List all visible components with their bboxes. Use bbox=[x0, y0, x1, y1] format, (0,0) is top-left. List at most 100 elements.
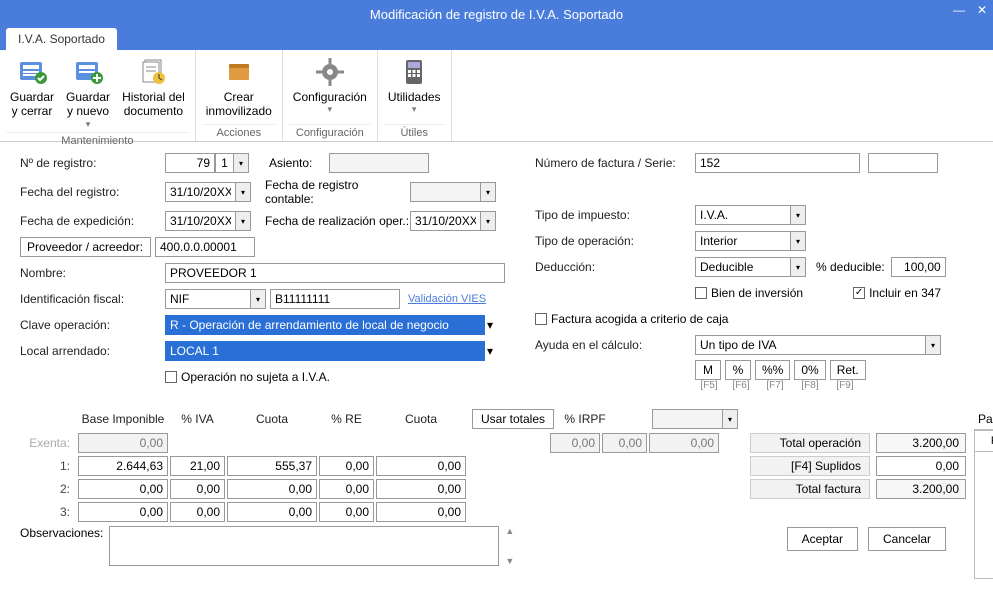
fecha-registro-input[interactable] bbox=[165, 182, 235, 202]
calc-btn-0pct[interactable]: 0% bbox=[794, 360, 825, 380]
calendar-icon[interactable]: ▾ bbox=[480, 182, 496, 202]
pagos-title: Pagos bbox=[978, 412, 993, 426]
document-history-button[interactable]: Historial del documento bbox=[118, 54, 189, 132]
proveedor-input[interactable] bbox=[155, 237, 255, 257]
group-mantenimiento: Mantenimiento bbox=[6, 132, 189, 147]
create-asset-button[interactable]: Crear inmovilizado bbox=[202, 54, 276, 124]
base-cell[interactable] bbox=[78, 502, 168, 522]
piva-cell[interactable] bbox=[170, 456, 225, 476]
scroll-down-icon[interactable]: ▼ bbox=[505, 556, 514, 566]
tipo-operacion-label: Tipo de operación: bbox=[535, 234, 695, 248]
grid-row: 3: bbox=[20, 502, 738, 522]
asset-icon bbox=[223, 56, 255, 88]
save-close-button[interactable]: Guardar y cerrar bbox=[6, 54, 58, 132]
tabstrip: I.V.A. Soportado bbox=[0, 28, 993, 50]
base-cell bbox=[78, 433, 168, 453]
scroll-up-icon[interactable]: ▲ bbox=[505, 526, 514, 536]
cuota-cell[interactable] bbox=[227, 502, 317, 522]
fecha-exped-input[interactable] bbox=[165, 211, 235, 231]
usar-totales-button[interactable]: Usar totales bbox=[472, 409, 554, 429]
total-fac-label: Total factura bbox=[750, 479, 870, 499]
minimize-button[interactable]: — bbox=[953, 3, 965, 17]
local-arr-select[interactable]: LOCAL 1 bbox=[165, 341, 485, 361]
calendar-icon[interactable]: ▾ bbox=[480, 211, 496, 231]
col-pre: % RE bbox=[319, 412, 374, 426]
col-pirpf: % IRPF bbox=[560, 412, 610, 426]
calc-btn-pct[interactable]: % bbox=[725, 360, 751, 380]
grid-row: 1: bbox=[20, 456, 738, 476]
serie-input[interactable] bbox=[868, 153, 938, 173]
chevron-down-icon[interactable]: ▾ bbox=[250, 289, 266, 309]
config-label: Configuración bbox=[293, 90, 367, 104]
piva-cell[interactable] bbox=[170, 479, 225, 499]
calculator-icon bbox=[398, 56, 430, 88]
utilities-button[interactable]: Utilidades ▾ bbox=[384, 54, 445, 124]
suplidos-value[interactable]: 0,00 bbox=[876, 456, 966, 476]
incluir-347-checkbox[interactable]: ✓Incluir en 347 bbox=[853, 286, 941, 300]
cuota2-cell[interactable] bbox=[376, 502, 466, 522]
clave-op-select[interactable]: R - Operación de arrendamiento de local … bbox=[165, 315, 485, 335]
id-fiscal-num[interactable] bbox=[270, 289, 400, 309]
cancelar-button[interactable]: Cancelar bbox=[868, 527, 946, 551]
chevron-down-icon[interactable]: ▾ bbox=[233, 153, 249, 173]
chevron-down-icon[interactable]: ▾ bbox=[487, 318, 493, 332]
total-op-label: Total operación bbox=[750, 433, 870, 453]
cuota-cell[interactable] bbox=[227, 456, 317, 476]
chevron-down-icon[interactable]: ▾ bbox=[790, 205, 806, 225]
close-button[interactable]: ✕ bbox=[977, 3, 987, 17]
factura-caja-checkbox[interactable]: Factura acogida a criterio de caja bbox=[535, 312, 728, 326]
chevron-down-icon[interactable]: ▾ bbox=[925, 335, 941, 355]
op-no-sujeta-checkbox[interactable]: Operación no sujeta a I.V.A. bbox=[165, 370, 330, 384]
chevron-down-icon[interactable]: ▾ bbox=[790, 231, 806, 251]
observaciones-label: Observaciones: bbox=[20, 526, 103, 566]
calc-btn-pctpct[interactable]: %% bbox=[755, 360, 790, 380]
num-registro-input[interactable] bbox=[165, 153, 215, 173]
cuota2-cell[interactable] bbox=[376, 456, 466, 476]
fecha-real-oper-input[interactable] bbox=[410, 211, 480, 231]
chevron-down-icon[interactable]: ▾ bbox=[487, 344, 493, 358]
ayuda-calc-select[interactable] bbox=[695, 335, 925, 355]
calc-btn-m[interactable]: M bbox=[695, 360, 721, 380]
num-factura-input[interactable] bbox=[695, 153, 860, 173]
pagos-table: FECHA IMPORTE E bbox=[974, 429, 993, 579]
chevron-down-icon[interactable]: ▾ bbox=[790, 257, 806, 277]
dropdown-icon: ▾ bbox=[86, 119, 91, 130]
observaciones-input[interactable] bbox=[109, 526, 499, 566]
pre-cell[interactable] bbox=[319, 502, 374, 522]
gear-icon bbox=[314, 56, 346, 88]
proveedor-label-box[interactable]: Proveedor / acreedor: bbox=[20, 237, 151, 257]
irpf-select[interactable] bbox=[652, 409, 722, 429]
save-new-button[interactable]: Guardar y nuevo ▾ bbox=[62, 54, 114, 132]
chevron-down-icon[interactable]: ▾ bbox=[722, 409, 738, 429]
bien-inversion-checkbox[interactable]: Bien de inversión bbox=[695, 286, 803, 300]
id-fiscal-tipo[interactable] bbox=[165, 289, 250, 309]
irpf-cell bbox=[649, 433, 719, 453]
row-label: 1: bbox=[20, 459, 76, 473]
deduccion-select[interactable] bbox=[695, 257, 790, 277]
base-cell[interactable] bbox=[78, 479, 168, 499]
calc-sub-f8: [F8] bbox=[795, 380, 825, 391]
tipo-impuesto-select[interactable] bbox=[695, 205, 790, 225]
num-registro-seq[interactable] bbox=[215, 153, 233, 173]
pct-deducible-input[interactable] bbox=[891, 257, 946, 277]
calc-btn-ret[interactable]: Ret. bbox=[830, 360, 866, 380]
nombre-input[interactable] bbox=[165, 263, 505, 283]
cuota2-cell[interactable] bbox=[376, 479, 466, 499]
pre-cell[interactable] bbox=[319, 479, 374, 499]
cuota-cell[interactable] bbox=[227, 479, 317, 499]
tab-iva-soportado[interactable]: I.V.A. Soportado bbox=[6, 28, 117, 50]
piva-cell[interactable] bbox=[170, 502, 225, 522]
base-cell[interactable] bbox=[78, 456, 168, 476]
fecha-registro-label: Fecha del registro: bbox=[20, 185, 165, 199]
config-button[interactable]: Configuración ▾ bbox=[289, 54, 371, 124]
pagos-col-fecha[interactable]: FECHA bbox=[975, 431, 993, 452]
calendar-icon[interactable]: ▾ bbox=[235, 211, 251, 231]
col-base: Base Imponible bbox=[78, 412, 168, 426]
fecha-reg-contable-input[interactable] bbox=[410, 182, 480, 202]
validacion-vies-link[interactable]: Validación VIES bbox=[408, 293, 486, 305]
calendar-icon[interactable]: ▾ bbox=[235, 182, 251, 202]
aceptar-button[interactable]: Aceptar bbox=[787, 527, 858, 551]
tipo-operacion-select[interactable] bbox=[695, 231, 790, 251]
op-no-sujeta-label: Operación no sujeta a I.V.A. bbox=[181, 370, 330, 384]
pre-cell[interactable] bbox=[319, 456, 374, 476]
